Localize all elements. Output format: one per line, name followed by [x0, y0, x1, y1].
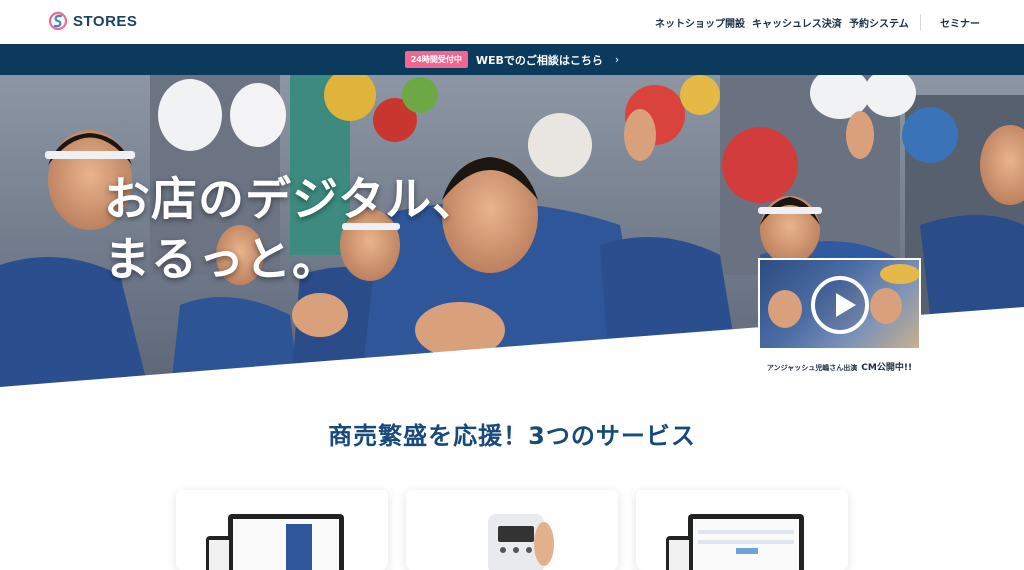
nav-netshop[interactable]: ネットショップ開設: [655, 0, 745, 44]
service-card-cashless[interactable]: [406, 490, 618, 570]
stores-s-icon: [49, 11, 67, 31]
hero-headline-line1: お店のデジタル、: [104, 172, 480, 226]
nav-cashless-link[interactable]: キャッシュレス決済: [752, 15, 842, 30]
reservation-laptop-image: [666, 514, 804, 570]
service-card-reservation[interactable]: [636, 490, 848, 570]
nav-reservation[interactable]: 予約システム: [849, 0, 909, 44]
play-icon[interactable]: [811, 276, 869, 334]
nav-seminar[interactable]: セミナー: [940, 0, 980, 44]
consultation-banner[interactable]: 24時間受付中 WEBでのご相談はこちら ›: [0, 44, 1024, 75]
cm-caption-small: アンジャッシュ児嶋さん出演: [766, 364, 858, 372]
logo-text: STORES: [73, 12, 138, 30]
nav-netshop-link[interactable]: ネットショップ開設: [655, 15, 745, 30]
card-terminal-image: [488, 514, 554, 570]
nav-seminar-link[interactable]: セミナー: [940, 15, 980, 30]
hero-headline-line2: まるっと。: [104, 232, 339, 286]
stores-logo[interactable]: STORES: [49, 11, 137, 31]
site-header: STORES ネットショップ開設 キャッシュレス決済 予約システム セミナー: [0, 0, 1024, 44]
services-section-title: 商売繁盛を応援！3つのサービス: [328, 422, 696, 450]
nav-divider: [920, 14, 921, 30]
nav-cashless[interactable]: キャッシュレス決済: [752, 0, 842, 44]
netshop-laptop-image: [206, 514, 344, 570]
24h-badge: 24時間受付中: [404, 51, 468, 68]
chevron-right-icon: ›: [614, 53, 620, 66]
consultation-link-text: WEBでのご相談はこちら: [475, 53, 603, 67]
nav-reservation-link[interactable]: 予約システム: [849, 15, 909, 30]
service-card-netshop[interactable]: [176, 490, 388, 570]
cm-caption-big: CM公開中!!: [861, 363, 913, 373]
cm-video-thumbnail[interactable]: [758, 258, 921, 350]
cm-video-caption: アンジャッシュ児嶋さん出演 CM公開中!!: [758, 360, 921, 373]
